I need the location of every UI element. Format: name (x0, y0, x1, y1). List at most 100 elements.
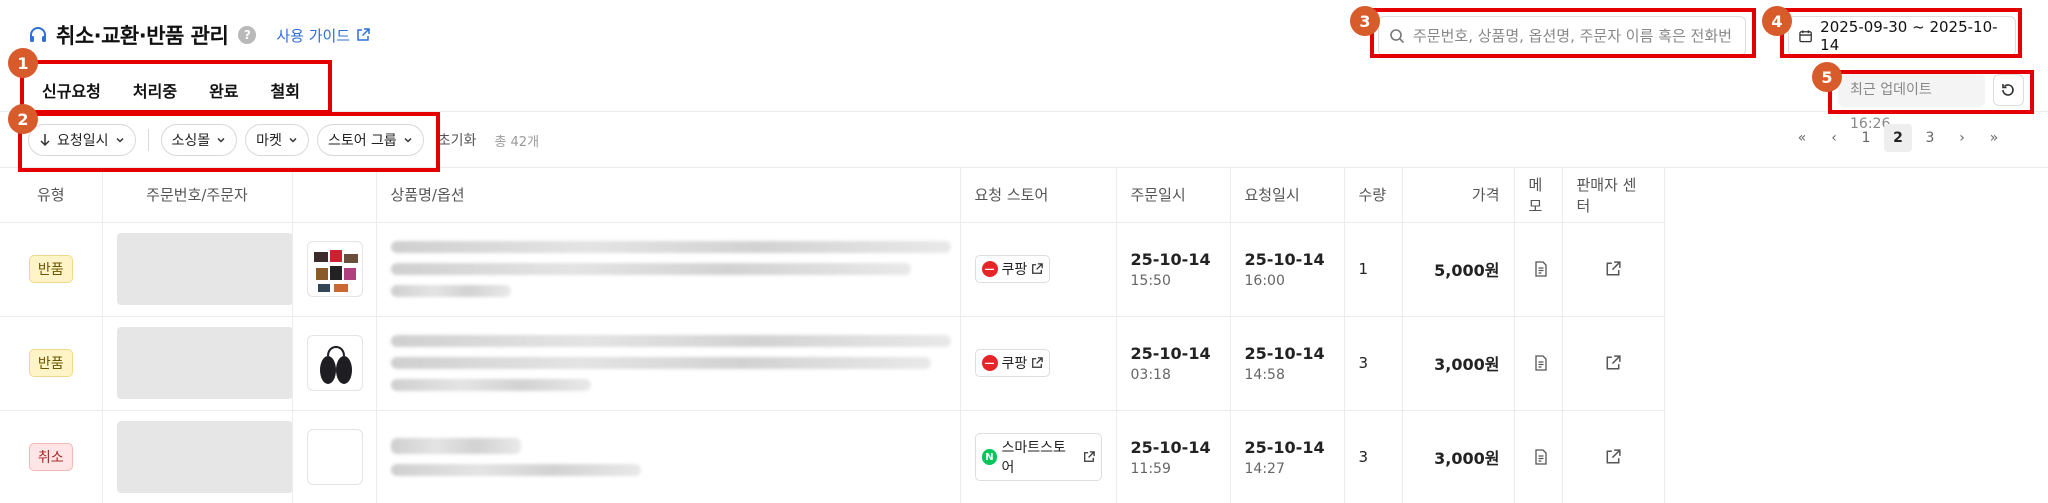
tab-new-request[interactable]: 신규요청 (26, 72, 117, 108)
product-thumbnail[interactable] (306, 429, 363, 485)
type-cell: 반품 (0, 222, 103, 317)
order-time: 11:59 (1130, 460, 1171, 477)
status-tabs: 신규요청 처리중 완료 철회 (26, 72, 316, 108)
product-cell (376, 222, 961, 317)
redacted-product-name (390, 335, 951, 391)
product-thumbnail[interactable] (306, 335, 363, 391)
last-update-text: 최근 업데이트 16:26 (1838, 73, 1985, 132)
type-cell: 취소 (0, 410, 103, 503)
next-page-button[interactable]: › (1948, 124, 1976, 152)
type-badge: 반품 (28, 349, 73, 377)
store-name: 스마트스토어 (1001, 440, 1066, 476)
redacted-order-info (116, 421, 293, 493)
chevron-down-icon (217, 137, 225, 143)
request-table: 유형 주문번호/주문자 상품명/옵션 요청 스토어 주문일시 요청일시 수량 가… (0, 168, 1665, 503)
request-date: 25-10-14 (1244, 343, 1325, 363)
quantity-cell: 1 (1344, 222, 1403, 317)
col-type: 유형 (0, 168, 103, 223)
callout-badge: 4 (1762, 6, 1792, 36)
total-count: 총 42개 (494, 134, 540, 150)
filter-bar: 요청일시 소싱몰 마켓 스토어 그룹 초기화 총 42개 « ‹ 1 2 3 ›… (0, 112, 2048, 168)
external-link-icon (1083, 451, 1095, 462)
coupang-logo-icon: — (981, 355, 998, 371)
thumbnail-cell (292, 222, 377, 317)
store-link[interactable]: N 스마트스토어 (974, 433, 1102, 481)
last-page-button[interactable]: » (1980, 124, 2008, 152)
prev-page-button[interactable]: ‹ (1820, 124, 1848, 152)
arrow-down-icon (40, 134, 50, 147)
page-button-current[interactable]: 2 (1884, 124, 1912, 152)
store-group-filter[interactable]: 스토어 그룹 (316, 124, 424, 156)
sort-label: 요청일시 (57, 133, 109, 149)
order-date: 25-10-14 (1130, 249, 1211, 269)
page-header: 취소·교환·반품 관리 ? 사용 가이드 신규요청 처리중 완료 철회 2025… (0, 0, 2048, 132)
date-range-picker[interactable]: 2025-09-30 ~ 2025-10-14 (1788, 16, 2016, 56)
external-link-icon (357, 28, 370, 41)
order-cell (102, 410, 293, 503)
coupang-logo-icon: — (981, 261, 998, 277)
filter-divider (147, 129, 149, 151)
chevron-down-icon (404, 137, 412, 143)
col-seller-center: 판매자 센터 (1562, 168, 1665, 223)
tab-completed[interactable]: 완료 (193, 72, 254, 108)
market-filter[interactable]: 마켓 (245, 124, 309, 156)
memo-cell (1514, 222, 1563, 317)
external-link-icon[interactable] (1601, 445, 1625, 469)
tab-processing[interactable]: 처리중 (117, 72, 193, 108)
document-icon[interactable] (1529, 445, 1553, 469)
type-cell: 반품 (0, 316, 103, 411)
guide-link-label: 사용 가이드 (276, 26, 351, 45)
refresh-button[interactable] (1992, 74, 2024, 106)
document-icon[interactable] (1529, 351, 1553, 375)
search-input[interactable] (1413, 27, 1733, 45)
product-thumbnail[interactable] (306, 241, 363, 297)
order-time: 03:18 (1130, 366, 1171, 383)
sort-dropdown[interactable]: 요청일시 (28, 124, 136, 156)
request-time: 14:58 (1244, 366, 1285, 383)
price-cell: 3,000원 (1402, 410, 1515, 503)
seller-center-cell (1562, 316, 1665, 411)
guide-link[interactable]: 사용 가이드 (276, 25, 370, 46)
price-cell: 5,000원 (1402, 222, 1515, 317)
col-product: 상품명/옵션 (376, 168, 961, 223)
callout-badge: 5 (1812, 62, 1842, 92)
market-label: 마켓 (256, 133, 282, 149)
first-page-button[interactable]: « (1788, 124, 1816, 152)
seller-center-cell (1562, 222, 1665, 317)
tab-withdrawn[interactable]: 철회 (255, 72, 316, 108)
external-link-icon (1032, 357, 1044, 368)
type-badge: 반품 (28, 255, 73, 283)
request-time: 16:00 (1244, 272, 1285, 289)
page-button[interactable]: 1 (1852, 124, 1880, 152)
request-date-cell: 25-10-14 14:58 (1230, 316, 1345, 411)
memo-cell (1514, 410, 1563, 503)
page-button[interactable]: 3 (1916, 124, 1944, 152)
sourcing-mall-label: 소싱몰 (171, 133, 211, 149)
redacted-product-name (390, 241, 951, 297)
order-date-cell: 25-10-14 15:50 (1116, 222, 1231, 317)
col-store: 요청 스토어 (960, 168, 1117, 223)
callout-badge: 2 (8, 104, 38, 134)
external-link-icon (1032, 263, 1044, 274)
col-request-date: 요청일시 (1230, 168, 1345, 223)
table-row[interactable]: 취소 N 스마트스토어 25-10-14 11:59 25-10-14 14:27 … (0, 410, 1665, 503)
request-date-cell: 25-10-14 16:00 (1230, 222, 1345, 317)
document-icon[interactable] (1529, 257, 1553, 281)
table-row[interactable]: 반품 — 쿠팡 25-10-14 15:50 25-10-14 16:00 1 … (0, 222, 1665, 317)
price-cell: 3,000원 (1402, 316, 1515, 411)
date-range-value: 2025-09-30 ~ 2025-10-14 (1820, 18, 1998, 54)
external-link-icon[interactable] (1601, 351, 1625, 375)
order-date-cell: 25-10-14 03:18 (1116, 316, 1231, 411)
external-link-icon[interactable] (1601, 257, 1625, 281)
sourcing-mall-filter[interactable]: 소싱몰 (160, 124, 238, 156)
thumbnail-cell (292, 410, 377, 503)
type-badge: 취소 (28, 443, 73, 471)
help-icon[interactable]: ? (238, 26, 257, 44)
table-row[interactable]: 반품 — 쿠팡 25-10-14 03:18 25-10-14 14:58 3 … (0, 316, 1665, 411)
request-date: 25-10-14 (1244, 249, 1325, 269)
store-name: 쿠팡 (1001, 262, 1028, 278)
store-link[interactable]: — 쿠팡 (974, 255, 1051, 283)
update-status: 최근 업데이트 16:26 (1838, 72, 2024, 132)
store-link[interactable]: — 쿠팡 (974, 349, 1051, 377)
reset-button[interactable]: 초기화 (438, 130, 477, 150)
